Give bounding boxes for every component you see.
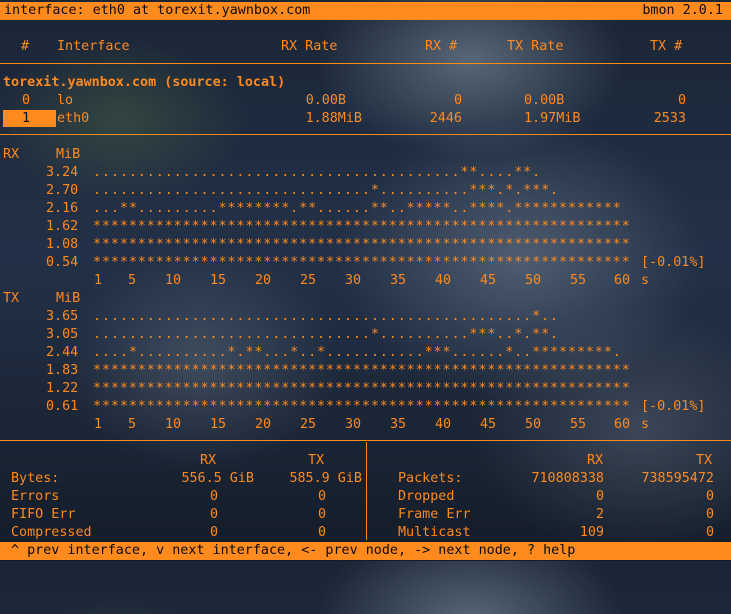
graph-bars: ****************************************… bbox=[93, 381, 631, 396]
key-help-bar: ^ prev interface, v next interface, <- p… bbox=[0, 542, 731, 560]
graph-bars: ****************************************… bbox=[93, 363, 631, 378]
graph-bars: ****************************************… bbox=[93, 255, 631, 270]
graph-tick: 40 bbox=[435, 417, 452, 432]
graph-bars: ****************************************… bbox=[93, 399, 631, 414]
col-rx-rate: RX Rate bbox=[281, 39, 338, 54]
graph-tick: 55 bbox=[570, 417, 587, 432]
graph-bars: ....*..........*.**...*..*...........***… bbox=[93, 345, 622, 360]
graph-bars: ****************************************… bbox=[93, 237, 631, 252]
graph-tick: 60 bbox=[614, 417, 631, 432]
col-tx-count: TX # bbox=[650, 39, 683, 54]
graph-unit: MiB bbox=[56, 291, 81, 306]
key-help-text: ^ prev interface, v next interface, <- p… bbox=[11, 543, 576, 558]
graph-label: RX bbox=[3, 147, 20, 162]
host-node[interactable]: torexit.yawnbox.com (source: local) bbox=[0, 74, 731, 92]
graph-label: TX bbox=[3, 291, 20, 306]
graph-tick: 35 bbox=[390, 273, 407, 288]
graph-tick: 25 bbox=[300, 417, 317, 432]
graph-tick: 5 bbox=[128, 417, 137, 432]
graph-tick: 15 bbox=[210, 273, 227, 288]
graph-tick: 45 bbox=[480, 273, 497, 288]
graph-tick: 15 bbox=[210, 417, 227, 432]
graph-tick: 5 bbox=[128, 273, 137, 288]
graph-tick: 10 bbox=[165, 273, 182, 288]
graph-tick: 45 bbox=[480, 417, 497, 432]
graph-change: [-0.01%] bbox=[641, 399, 706, 414]
app-version: bmon 2.0.1 bbox=[642, 3, 723, 18]
graph-scale-value: 3.05 bbox=[46, 327, 79, 342]
graph-tick: 20 bbox=[255, 273, 272, 288]
graph-bars: ........................................… bbox=[93, 165, 542, 180]
graph-scale-value: 1.08 bbox=[46, 237, 79, 252]
window-title: interface: eth0 at torexit.yawnbox.com bbox=[4, 3, 311, 18]
graph-scale-value: 1.22 bbox=[46, 381, 79, 396]
graph-tick: 30 bbox=[345, 273, 362, 288]
interface-row-lo[interactable]: 0 lo 0.00B 0 0.00B 0 bbox=[0, 92, 731, 110]
graph-tick-unit: s bbox=[641, 273, 650, 288]
interface-table-header: # Interface RX Rate RX # TX Rate TX # bbox=[0, 38, 731, 56]
graph-tick: 1 bbox=[94, 417, 103, 432]
graph-bars: ...............................*........… bbox=[93, 327, 560, 342]
graph-tick: 25 bbox=[300, 273, 317, 288]
graph-scale-value: 3.65 bbox=[46, 309, 79, 324]
graph-scale-value: 2.44 bbox=[46, 345, 79, 360]
graph-bars: ...............................*........… bbox=[93, 183, 560, 198]
graph-scale-value: 0.54 bbox=[46, 255, 79, 270]
graph-bars: ........................................… bbox=[93, 309, 560, 324]
graph-scale-value: 1.83 bbox=[46, 363, 79, 378]
col-tx-rate: TX Rate bbox=[507, 39, 564, 54]
graph-tick: 20 bbox=[255, 417, 272, 432]
graph-tick-unit: s bbox=[641, 417, 650, 432]
graph-tick: 60 bbox=[614, 273, 631, 288]
graph-change: [-0.01%] bbox=[641, 255, 706, 270]
divider bbox=[0, 63, 731, 64]
divider bbox=[0, 134, 731, 135]
col-interface: Interface bbox=[57, 39, 130, 54]
graph-tick: 30 bbox=[345, 417, 362, 432]
graph-tick: 1 bbox=[94, 273, 103, 288]
divider bbox=[0, 440, 731, 441]
graph-bars: ****************************************… bbox=[93, 219, 631, 234]
graph-scale-value: 0.61 bbox=[46, 399, 79, 414]
graph-scale-value: 1.62 bbox=[46, 219, 79, 234]
graph-tick: 40 bbox=[435, 273, 452, 288]
graph-scale-value: 2.16 bbox=[46, 201, 79, 216]
col-rx-count: RX # bbox=[425, 39, 458, 54]
graph-scale-value: 2.70 bbox=[46, 183, 79, 198]
graph-tick: 50 bbox=[525, 273, 542, 288]
graph-tick: 50 bbox=[525, 417, 542, 432]
col-num: # bbox=[21, 39, 30, 54]
host-label: torexit.yawnbox.com (source: local) bbox=[3, 75, 286, 90]
graph-unit: MiB bbox=[56, 147, 81, 162]
graph-tick: 55 bbox=[570, 273, 587, 288]
graph-scale-value: 3.24 bbox=[46, 165, 79, 180]
title-bar: interface: eth0 at torexit.yawnbox.com b… bbox=[0, 2, 731, 20]
graph-tick: 35 bbox=[390, 417, 407, 432]
interface-row-eth0[interactable]: 1 eth0 1.88MiB 2446 1.97MiB 2533 bbox=[0, 110, 731, 128]
graph-tick: 10 bbox=[165, 417, 182, 432]
graph-bars: ...**.........********.**......**..*****… bbox=[93, 201, 622, 216]
